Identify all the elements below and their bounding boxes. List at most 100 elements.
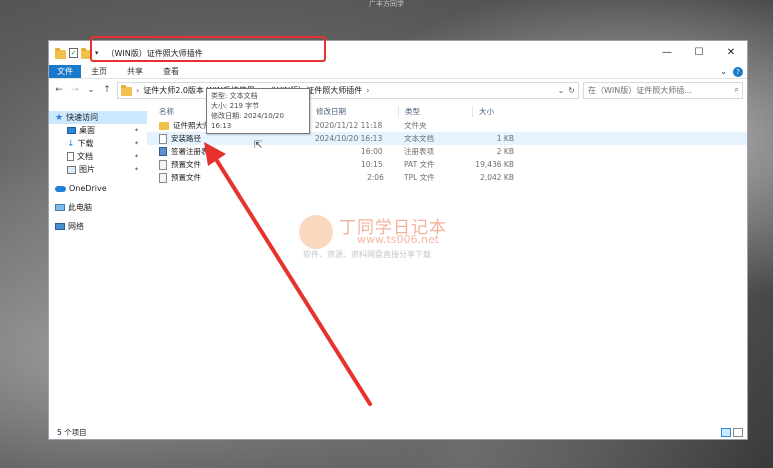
address-controls: ⌄ ↻ [558, 86, 578, 95]
shiba-logo-icon [299, 215, 333, 249]
sidebar-item-label: 文档 [77, 152, 93, 161]
file-name: 预置文件 [171, 173, 201, 182]
registry-icon [159, 147, 167, 156]
download-icon: ↓ [67, 138, 75, 149]
sidebar-item-label: 桌面 [79, 126, 95, 135]
sidebar-item-label: 图片 [79, 165, 95, 174]
window-controls: — ☐ ✕ [651, 41, 747, 65]
search-icon[interactable]: ⌕ [735, 85, 742, 95]
folder-icon [121, 84, 132, 96]
back-button[interactable]: ← [53, 85, 65, 95]
sidebar-item-label: OneDrive [69, 184, 107, 193]
view-toggle [721, 427, 747, 437]
file-type: 文本文档 [404, 134, 434, 143]
tab-view[interactable]: 查看 [153, 65, 189, 78]
file-date: 16:00 [361, 147, 383, 156]
sidebar-item-label: 此电脑 [68, 203, 92, 212]
up-button[interactable]: ↑ [101, 85, 113, 95]
window-title: （WIN版）证件照大师插件 [106, 48, 203, 58]
large-icons-view-button[interactable] [733, 427, 743, 437]
expand-ribbon-icon[interactable]: ⌄ [720, 67, 727, 76]
document-icon [67, 152, 74, 161]
file-type: PAT 文件 [404, 160, 435, 169]
picture-icon [67, 165, 76, 174]
watermark-url: www.ts006.net [357, 233, 440, 246]
file-icon [159, 172, 167, 183]
file-size: 19,436 KB [475, 160, 514, 169]
sidebar-item-this-pc[interactable]: 此电脑 [49, 201, 147, 214]
file-type: 注册表项 [404, 147, 434, 156]
tab-share[interactable]: 共享 [117, 65, 153, 78]
file-row[interactable]: 预置文件 2:06 TPL 文件 2,042 KB [147, 171, 747, 184]
tooltip-date: 修改日期: 2024/10/20 16:13 [211, 112, 284, 130]
desktop-icon [67, 127, 76, 134]
file-name: 签署注册表 [171, 147, 209, 156]
maximize-button[interactable]: ☐ [683, 41, 715, 65]
details-view-button[interactable] [721, 427, 731, 437]
file-row[interactable]: 签署注册表 16:00 注册表项 2 KB [147, 145, 747, 158]
file-icon [159, 159, 167, 170]
status-bar: 5 个项目 [49, 425, 747, 439]
file-date: 2024/10/20 16:13 [315, 134, 383, 143]
star-icon: ★ [55, 112, 64, 123]
address-bar[interactable]: › 证件大师2.0版本 WIN系统使用 › （WIN版）证件照大师插件 › ⌄ … [117, 81, 579, 99]
file-list: 名称 修改日期 类型 大小 证件照大师2.0 2020/11/12 11:18 … [147, 103, 747, 427]
watermark-slogan: 软件、资源、资料网盘直接分享下载 [303, 250, 431, 259]
ribbon-tabs: 文件 主页 共享 查看 ⌄ ? [49, 65, 747, 79]
computer-icon [55, 204, 65, 211]
sidebar-item-label: 快速访问 [66, 113, 99, 122]
column-size-header[interactable]: 大小 [472, 105, 518, 117]
pin-icon: ✦ [133, 153, 139, 160]
pin-icon: ✦ [133, 166, 139, 173]
recent-locations-icon[interactable]: ⌄ [85, 85, 97, 95]
close-button[interactable]: ✕ [715, 41, 747, 65]
tooltip-type: 类型: 文本文档 [211, 92, 258, 100]
top-caption: 广丰方同学 [369, 0, 404, 8]
file-row[interactable]: 预置文件 10:15 PAT 文件 19,436 KB [147, 158, 747, 171]
file-name: 安装路径 [171, 134, 201, 143]
sidebar-item-downloads[interactable]: ↓ 下载 ✦ [49, 137, 147, 150]
column-type-header[interactable]: 类型 [398, 105, 472, 117]
title-bar: ✓ ▾ （WIN版）证件照大师插件 — ☐ ✕ [49, 41, 747, 65]
file-date: 2:06 [367, 173, 384, 182]
search-placeholder: 在（WIN版）证件照大师插... [588, 85, 692, 95]
minimize-button[interactable]: — [651, 41, 683, 65]
refresh-icon[interactable]: ↻ [568, 86, 575, 95]
sidebar-item-label: 下载 [77, 139, 94, 148]
navigation-pane: ★ 快速访问 桌面 ✦ ↓ 下载 ✦ 文档 ✦ 图片 ✦ OneDrive 此电… [49, 103, 147, 427]
watermark: 丁同学日记本 www.ts006.net 软件、资源、资料网盘直接分享下载 [299, 211, 529, 271]
tab-file[interactable]: 文件 [49, 65, 81, 78]
sidebar-item-desktop[interactable]: 桌面 ✦ [49, 124, 147, 137]
column-date-header[interactable]: 修改日期 [309, 105, 398, 117]
watermark-title: 丁同学日记本 [339, 218, 447, 238]
pin-icon: ✦ [133, 127, 139, 134]
file-size: 2 KB [496, 147, 514, 156]
customize-toolbar-icon[interactable]: ▾ [95, 49, 99, 57]
file-type: TPL 文件 [404, 173, 435, 182]
mouse-cursor-icon: ⇱ [254, 140, 263, 151]
sidebar-item-onedrive[interactable]: OneDrive [49, 182, 147, 195]
ribbon-right: ⌄ ? [720, 65, 747, 78]
breadcrumb-separator[interactable]: › [136, 86, 139, 95]
breadcrumb-separator[interactable]: › [366, 86, 369, 95]
item-count: 5 个项目 [57, 427, 87, 437]
tab-home[interactable]: 主页 [81, 65, 117, 78]
search-input[interactable]: 在（WIN版）证件照大师插... ⌕ [583, 81, 743, 99]
pin-icon: ✦ [133, 140, 139, 147]
sidebar-item-documents[interactable]: 文档 ✦ [49, 150, 147, 163]
sidebar-item-network[interactable]: 网络 [49, 220, 147, 233]
address-dropdown-icon[interactable]: ⌄ [558, 86, 565, 95]
help-icon[interactable]: ? [733, 66, 743, 77]
forward-button[interactable]: → [69, 85, 81, 95]
properties-icon[interactable]: ✓ [69, 48, 78, 58]
navigation-bar: ← → ⌄ ↑ › 证件大师2.0版本 WIN系统使用 › （WIN版）证件照大… [49, 79, 747, 101]
file-size: 2,042 KB [480, 173, 514, 182]
sidebar-item-quick-access[interactable]: ★ 快速访问 [49, 111, 147, 124]
file-type: 文件夹 [404, 121, 427, 130]
file-date: 10:15 [361, 160, 383, 169]
explorer-window: ✓ ▾ （WIN版）证件照大师插件 — ☐ ✕ 文件 主页 共享 查看 ⌄ ? … [48, 40, 748, 440]
tooltip-size: 大小: 219 字节 [211, 102, 260, 110]
sidebar-item-pictures[interactable]: 图片 ✦ [49, 163, 147, 176]
new-folder-icon[interactable] [81, 47, 92, 59]
network-icon [55, 223, 65, 230]
